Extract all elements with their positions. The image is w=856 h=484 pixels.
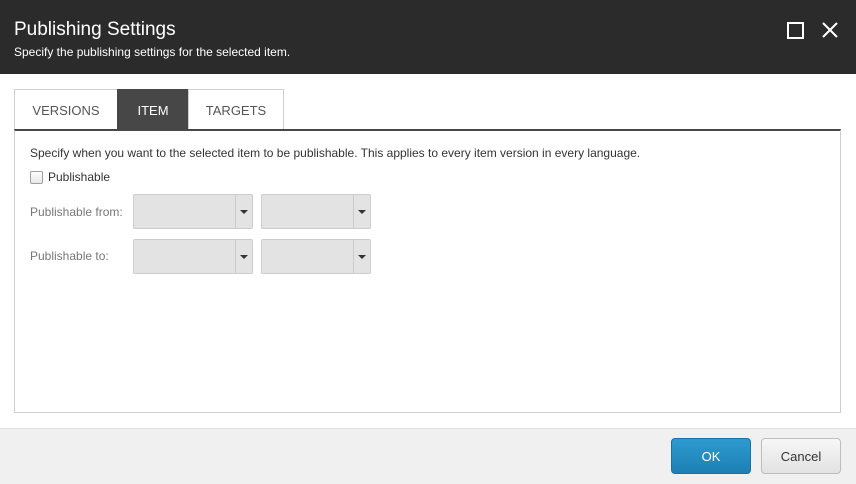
dialog-header: Publishing Settings Specify the publishi…: [0, 0, 856, 74]
publishable-from-date-select[interactable]: [133, 194, 253, 229]
caret-down-icon: [240, 254, 248, 259]
dropdown-toggle[interactable]: [235, 240, 252, 273]
maximize-button[interactable]: [785, 20, 805, 40]
caret-down-icon: [358, 254, 366, 259]
publishable-label: Publishable: [48, 170, 111, 184]
dialog-subtitle: Specify the publishing settings for the …: [14, 45, 291, 59]
maximize-icon: [786, 21, 804, 39]
dialog-footer: OK Cancel: [0, 428, 856, 484]
close-button[interactable]: [820, 20, 840, 40]
close-icon: [822, 22, 838, 38]
publishable-checkbox[interactable]: [30, 170, 43, 184]
caret-down-icon: [240, 209, 248, 214]
publishable-to-time-select[interactable]: [261, 239, 371, 274]
publishable-to-date-select[interactable]: [133, 239, 253, 274]
ok-button[interactable]: OK: [671, 438, 751, 474]
tab-item[interactable]: ITEM: [117, 89, 188, 130]
dropdown-toggle[interactable]: [353, 240, 370, 273]
item-description: Specify when you want to the selected it…: [30, 146, 641, 160]
dropdown-toggle[interactable]: [353, 195, 370, 228]
publishable-from-label: Publishable from:: [30, 205, 123, 219]
item-tab-panel: Specify when you want to the selected it…: [14, 129, 841, 413]
tab-versions[interactable]: VERSIONS: [14, 89, 117, 130]
publishable-from-time-select[interactable]: [261, 194, 371, 229]
publishable-row: Publishable: [30, 170, 110, 184]
cancel-button[interactable]: Cancel: [761, 438, 841, 474]
tab-bar: VERSIONS ITEM TARGETS: [14, 89, 284, 130]
tab-targets[interactable]: TARGETS: [188, 89, 284, 130]
dropdown-toggle[interactable]: [235, 195, 252, 228]
dialog-title: Publishing Settings: [14, 19, 176, 40]
publishable-to-label: Publishable to:: [30, 249, 109, 263]
caret-down-icon: [358, 209, 366, 214]
